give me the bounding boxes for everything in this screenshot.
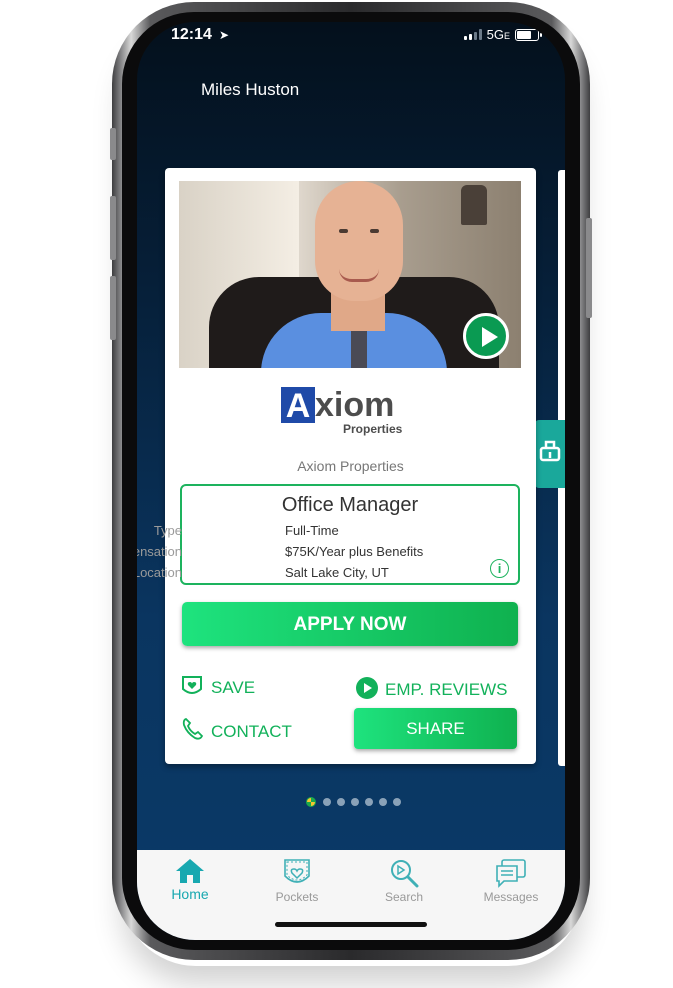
user-name: Miles Huston	[201, 80, 300, 99]
tab-pockets[interactable]: Pockets	[257, 858, 337, 904]
share-drawer-icon	[539, 440, 561, 462]
wall-lamp	[461, 185, 487, 225]
page-dot[interactable]	[379, 798, 387, 806]
info-icon[interactable]: i	[490, 559, 509, 578]
volume-down-button	[110, 276, 116, 340]
apply-now-button[interactable]: APPLY NOW	[182, 602, 518, 646]
power-button	[586, 218, 592, 318]
job-title: Office Manager	[281, 494, 419, 516]
network-label: 5GE	[486, 27, 510, 42]
pocket-icon	[284, 859, 310, 883]
volume-up-button	[110, 196, 116, 260]
page-dot[interactable]	[351, 798, 359, 806]
mute-switch	[110, 128, 116, 160]
messages-icon	[496, 859, 526, 888]
play-video-button[interactable]	[463, 313, 509, 359]
speaker-portrait	[315, 181, 403, 301]
search-icon	[391, 860, 419, 888]
app-screen: 12:14 ➤ 5GE Miles Huston A xiom Properti…	[137, 22, 565, 940]
save-button[interactable]: SAVE	[181, 675, 255, 698]
page-dot[interactable]	[393, 798, 401, 806]
job-card[interactable]: Axiom Properties Axiom Properties Office…	[137, 168, 536, 764]
share-button[interactable]: SHARE	[354, 708, 517, 749]
active-page-dot-icon	[306, 797, 316, 807]
home-icon	[176, 859, 204, 883]
battery-icon	[515, 28, 542, 41]
signal-icon	[463, 29, 482, 40]
page-dot[interactable]	[323, 798, 331, 806]
page-dot[interactable]	[365, 798, 373, 806]
side-drawer-tab[interactable]	[535, 420, 565, 488]
company-logo: Axiom Properties	[281, 387, 402, 436]
page-dot[interactable]	[337, 798, 345, 806]
play-circle-icon	[356, 677, 378, 699]
status-indicators: 5GE	[463, 27, 542, 42]
bottom-tab-bar: Home Pockets Search Messages	[137, 850, 565, 940]
tab-messages[interactable]: Messages	[471, 858, 551, 904]
location-arrow-icon: ➤	[219, 28, 230, 42]
tab-home[interactable]: Home	[150, 858, 230, 902]
contact-button[interactable]: CONTACT	[181, 717, 292, 742]
phone-icon	[182, 717, 204, 740]
pocket-heart-icon	[182, 676, 202, 694]
page-indicator[interactable]	[305, 796, 401, 808]
job-details-box: Office Manager Type Full-Time Compensati…	[137, 484, 520, 585]
employer-video[interactable]	[179, 181, 521, 368]
company-name: Axiom Properties	[297, 458, 404, 474]
employee-reviews-button[interactable]: EMP. REVIEWS	[355, 676, 508, 700]
home-indicator[interactable]	[275, 922, 427, 927]
tab-search[interactable]: Search	[364, 858, 444, 904]
status-time: 12:14	[171, 26, 212, 43]
